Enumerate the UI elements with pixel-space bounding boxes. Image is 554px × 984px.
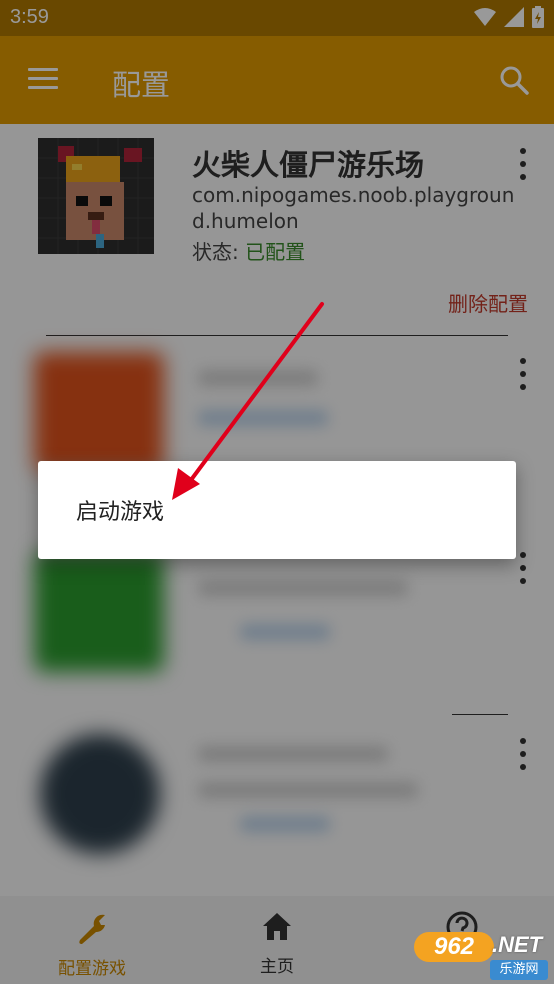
launch-game-menu-item[interactable]: 启动游戏	[38, 461, 516, 559]
watermark-suffix: .NET	[492, 932, 543, 957]
site-watermark: 962 .NET 乐游网	[414, 932, 550, 982]
popup-menu: 启动游戏	[38, 461, 516, 559]
watermark-sub: 乐游网	[490, 960, 548, 980]
watermark-number: 962	[414, 932, 494, 962]
